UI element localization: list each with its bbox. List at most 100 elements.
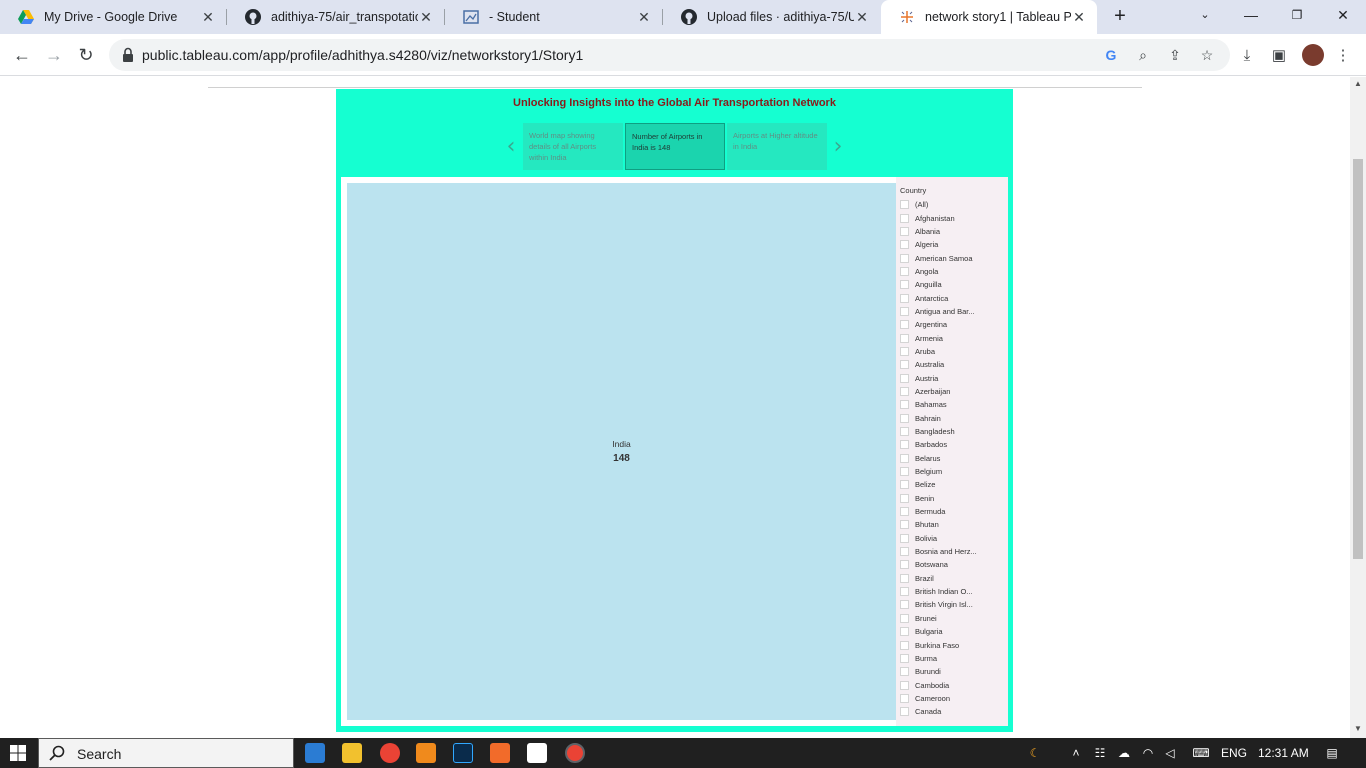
app-icon[interactable]	[490, 743, 510, 763]
reload-button[interactable]: ↻	[72, 41, 100, 69]
side-panel-icon[interactable]: ▣	[1269, 46, 1289, 66]
chevron-up-icon[interactable]: ˄	[1068, 745, 1084, 761]
filter-checkbox-item[interactable]: Azerbaijan	[900, 385, 1008, 398]
tab-tableau[interactable]: network story1 | Tableau Pul ✕	[881, 0, 1097, 34]
filter-checkbox-item[interactable]: Bangladesh	[900, 425, 1008, 438]
filter-checkbox-item[interactable]: Aruba	[900, 345, 1008, 358]
checkbox[interactable]	[900, 386, 909, 396]
filter-checkbox-item[interactable]: Algeria	[900, 238, 1008, 251]
vlc-icon[interactable]	[416, 743, 436, 763]
filter-checkbox-item[interactable]: British Indian O...	[900, 585, 1008, 598]
tab-student[interactable]: - Student ✕	[445, 0, 662, 34]
windows-start-icon[interactable]	[10, 745, 26, 761]
filter-checkbox-item[interactable]: Cambodia	[900, 678, 1008, 691]
filter-checkbox-item[interactable]: British Virgin Isl...	[900, 598, 1008, 611]
checkbox[interactable]	[900, 547, 909, 557]
filter-checkbox-item[interactable]: Bahamas	[900, 398, 1008, 411]
checkbox[interactable]	[900, 707, 909, 717]
filter-checkbox-item[interactable]: Australia	[900, 358, 1008, 371]
prev-story-point-icon[interactable]: ‹	[504, 135, 518, 159]
checkbox[interactable]	[900, 613, 909, 623]
next-story-point-icon[interactable]: ›	[831, 135, 845, 159]
minimize-button[interactable]: —	[1228, 0, 1274, 30]
app-icon[interactable]	[527, 743, 547, 763]
close-icon[interactable]: ✕	[200, 9, 216, 26]
checkbox[interactable]	[900, 507, 909, 517]
checkbox[interactable]	[900, 587, 909, 597]
checkbox[interactable]	[900, 520, 909, 530]
filter-checkbox-item[interactable]: Austria	[900, 371, 1008, 384]
wifi-icon[interactable]: ◠	[1140, 745, 1156, 761]
checkbox[interactable]	[900, 293, 909, 303]
checkbox[interactable]	[900, 360, 909, 370]
treemap-mark-india[interactable]: India 148	[347, 183, 896, 720]
filter-checkbox-item[interactable]: Anguilla	[900, 278, 1008, 291]
menu-kebab-icon[interactable]: ⋮	[1333, 46, 1353, 66]
filter-checkbox-item[interactable]: Armenia	[900, 331, 1008, 344]
download-icon[interactable]: ⤓	[1237, 46, 1257, 66]
close-icon[interactable]: ✕	[636, 9, 652, 26]
scroll-down-icon[interactable]: ▼	[1350, 722, 1366, 736]
language-indicator[interactable]: ENG	[1221, 746, 1247, 760]
filter-checkbox-item[interactable]: Antigua and Bar...	[900, 305, 1008, 318]
tab-google-drive[interactable]: My Drive - Google Drive ✕	[0, 0, 226, 34]
filter-checkbox-item[interactable]: Bolivia	[900, 532, 1008, 545]
network-icon[interactable]: ☷	[1092, 745, 1108, 761]
filter-checkbox-item[interactable]: Belgium	[900, 465, 1008, 478]
filter-checkbox-item[interactable]: American Samoa	[900, 251, 1008, 264]
tab-search-button[interactable]: ⌄	[1182, 0, 1228, 30]
tab-github-upload[interactable]: Upload files · adithiya-75/Ur ✕	[663, 0, 880, 34]
checkbox[interactable]	[900, 373, 909, 383]
checkbox[interactable]	[900, 467, 909, 477]
checkbox[interactable]	[900, 240, 909, 250]
checkbox[interactable]	[900, 413, 909, 423]
checkbox[interactable]	[900, 480, 909, 490]
filter-checkbox-item[interactable]: Burma	[900, 652, 1008, 665]
filter-checkbox-item[interactable]: Burkina Faso	[900, 638, 1008, 651]
page-scrollbar[interactable]: ▲ ▼	[1350, 77, 1366, 738]
checkbox[interactable]	[900, 333, 909, 343]
filter-checkbox-item[interactable]: Botswana	[900, 558, 1008, 571]
scroll-up-icon[interactable]: ▲	[1350, 77, 1366, 91]
checkbox[interactable]	[900, 266, 909, 276]
address-bar[interactable]: public.tableau.com/app/profile/adhithya.…	[109, 39, 1230, 71]
file-explorer-icon[interactable]	[342, 743, 362, 763]
filter-checkbox-item[interactable]: Afghanistan	[900, 211, 1008, 224]
story-point-3[interactable]: Airports at Higher altitude in India	[727, 123, 827, 170]
keyboard-icon[interactable]: ⌨	[1190, 745, 1212, 761]
filter-checkbox-item[interactable]: Argentina	[900, 318, 1008, 331]
back-button[interactable]: ←	[8, 41, 36, 69]
story-point-2[interactable]: Number of Airports in India is 148	[625, 123, 725, 170]
filter-checkbox-item[interactable]: Bahrain	[900, 412, 1008, 425]
checkbox[interactable]	[900, 640, 909, 650]
filter-checkbox-item[interactable]: Brunei	[900, 612, 1008, 625]
filter-checkbox-item[interactable]: Benin	[900, 492, 1008, 505]
avatar[interactable]	[1302, 44, 1324, 66]
filter-checkbox-item[interactable]: Barbados	[900, 438, 1008, 451]
filter-checkbox-item[interactable]: Cameroon	[900, 692, 1008, 705]
checkbox[interactable]	[900, 600, 909, 610]
checkbox[interactable]	[900, 253, 909, 263]
share-icon[interactable]: ⇪	[1165, 45, 1185, 65]
taskbar-search[interactable]: Search	[38, 738, 294, 768]
checkbox[interactable]	[900, 440, 909, 450]
close-window-button[interactable]: ✕	[1320, 0, 1366, 30]
checkbox[interactable]	[900, 560, 909, 570]
filter-checkbox-item[interactable]: Belarus	[900, 452, 1008, 465]
desktop-app-icon[interactable]	[305, 743, 325, 763]
chrome-active-icon[interactable]	[565, 743, 585, 763]
checkbox[interactable]	[900, 226, 909, 236]
notifications-icon[interactable]: ▤	[1324, 745, 1340, 761]
story-point-1[interactable]: World map showing details of all Airport…	[523, 123, 623, 170]
checkbox[interactable]	[900, 346, 909, 356]
filter-checkbox-item[interactable]: Bosnia and Herz...	[900, 545, 1008, 558]
checkbox[interactable]	[900, 453, 909, 463]
tab-github-air[interactable]: adithiya-75/air_transpotation ✕	[227, 0, 444, 34]
checkbox[interactable]	[900, 320, 909, 330]
filter-checkbox-item[interactable]: Bermuda	[900, 505, 1008, 518]
weather-icon[interactable]: ☾	[1027, 745, 1043, 761]
checkbox[interactable]	[900, 306, 909, 316]
checkbox[interactable]	[900, 533, 909, 543]
scroll-thumb[interactable]	[1353, 159, 1363, 559]
filter-checkbox-item[interactable]: Bulgaria	[900, 625, 1008, 638]
